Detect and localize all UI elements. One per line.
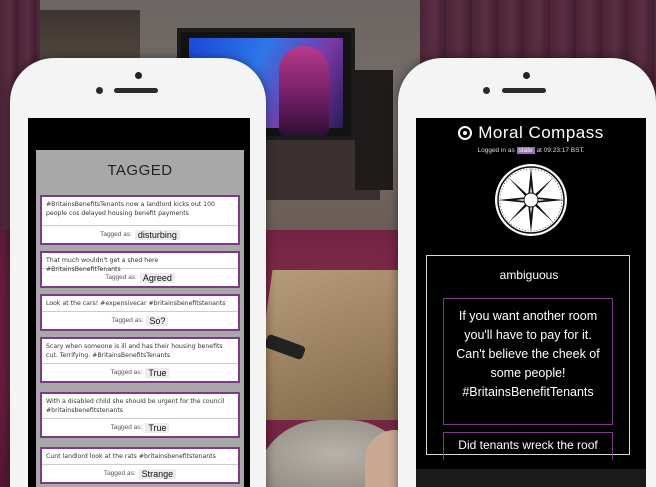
tweet-card[interactable]: If you want another room you'll have to …	[443, 298, 613, 425]
app-header: Moral Compass	[416, 123, 646, 143]
tagged-item[interactable]: #BritainsBenefitsTenants now a landlord …	[40, 195, 240, 245]
phone-right: Moral Compass Logged in as state at 09:2…	[398, 58, 656, 487]
speaker	[355, 70, 393, 190]
tagged-as-label: Tagged as:	[110, 369, 143, 376]
tagged-item-text: #BritainsBenefitsTenants now a landlord …	[46, 201, 215, 217]
login-suffix: at 09:23:17 BST.	[536, 147, 585, 154]
left-screen[interactable]: TAGGED #BritainsBenefitsTenants now a la…	[28, 118, 250, 487]
compass-rose-icon	[495, 164, 567, 236]
tagged-item-footer: Tagged as: True	[42, 418, 238, 436]
tagged-item-text: Cunt landlord look at the rats #britains…	[46, 453, 216, 460]
tagged-item-text: That much wouldn't get a shed here #Brit…	[46, 257, 159, 273]
tagged-as-label: Tagged as:	[103, 470, 136, 477]
tagged-item-text: With a disabled child she should be urge…	[46, 398, 225, 414]
tagged-as-label: Tagged as:	[100, 231, 132, 238]
tag-value[interactable]: True	[145, 422, 170, 433]
classification-card: ambiguous If you want another room you'l…	[426, 255, 630, 460]
app-title: Moral Compass	[478, 123, 604, 142]
tagged-item[interactable]: Cunt landlord look at the rats #britains…	[40, 447, 240, 484]
tagged-panel: TAGGED #BritainsBenefitsTenants now a la…	[36, 150, 244, 487]
bottom-bar	[416, 469, 646, 487]
tagged-as-label: Tagged as:	[110, 424, 143, 431]
tagged-item-footer: Tagged as: True	[42, 363, 238, 381]
phone-left: TAGGED #BritainsBenefitsTenants now a la…	[10, 58, 266, 487]
tagged-item[interactable]: Look at the cars! #expensivecar #britain…	[40, 294, 240, 331]
compass-logo-icon	[458, 126, 473, 140]
tag-value[interactable]: Agreed	[139, 272, 175, 283]
tagged-item-footer: Tagged as: Strange	[42, 464, 238, 482]
earpiece-speaker	[114, 88, 158, 93]
tag-value[interactable]: disturbing	[134, 229, 180, 240]
tagged-item-footer: Tagged as: disturbing	[42, 225, 238, 243]
tag-value[interactable]: Strange	[138, 468, 177, 479]
sensor-icon	[96, 87, 103, 94]
login-status: Logged in as state at 09:23:17 BST.	[416, 147, 646, 154]
tagged-item[interactable]: That much wouldn't get a shed here #Brit…	[40, 251, 240, 288]
tag-value[interactable]: So?	[146, 315, 169, 326]
tagged-item-text: Look at the cars! #expensivecar #britain…	[46, 300, 226, 307]
tagged-item-footer: Tagged as: So?	[42, 311, 238, 329]
tagged-item[interactable]: With a disabled child she should be urge…	[40, 392, 240, 438]
next-tweet-card[interactable]: Did tenants wreck the roof	[443, 432, 613, 460]
tagged-item-text: Scary when someone is ill and has their …	[46, 343, 223, 359]
sensor-icon	[483, 87, 490, 94]
login-prefix: Logged in as	[477, 147, 515, 154]
front-camera-icon	[523, 72, 530, 79]
front-camera-icon	[135, 72, 142, 79]
earpiece-speaker	[502, 88, 546, 93]
tagged-as-label: Tagged as:	[105, 274, 137, 281]
tv-figure	[279, 46, 329, 136]
tag-value[interactable]: True	[145, 367, 170, 378]
right-screen[interactable]: Moral Compass Logged in as state at 09:2…	[416, 118, 646, 487]
username-link[interactable]: state	[516, 147, 535, 154]
category-label: ambiguous	[499, 268, 559, 282]
tagged-title: TAGGED	[107, 162, 173, 179]
tagged-item[interactable]: Scary when someone is ill and has their …	[40, 337, 240, 383]
tagged-as-label: Tagged as:	[111, 317, 144, 324]
